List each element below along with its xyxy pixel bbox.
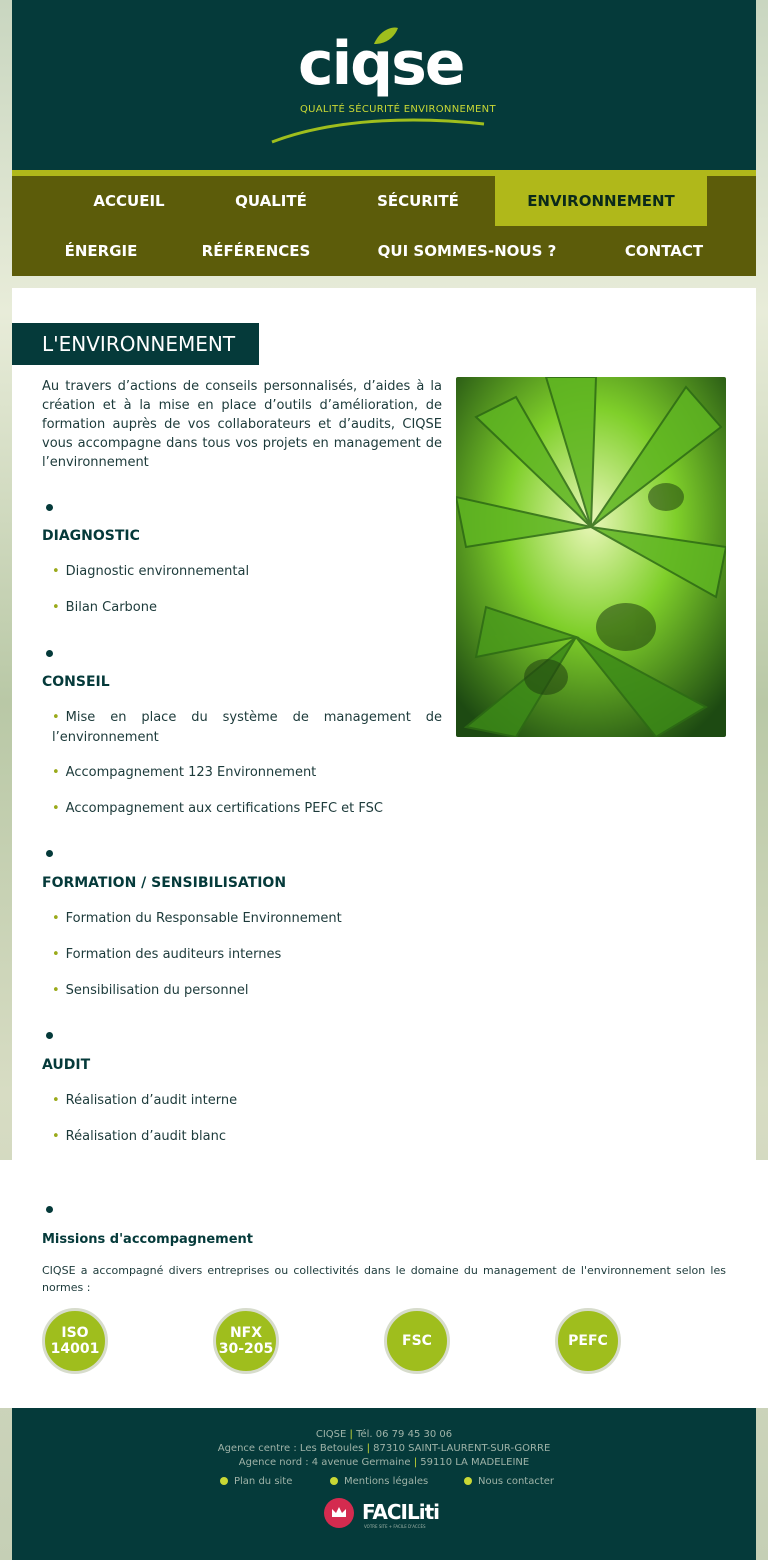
faciliti-tagline: VOTRE SITE + FACILE D'ACCÈS (364, 1524, 426, 1529)
section-title-audit: AUDIT (42, 1057, 91, 1073)
nav-contact[interactable]: CONTACT (608, 226, 720, 276)
missions-title: Missions d'accompagnement (42, 1232, 254, 1247)
list-item: • Diagnostic environnemental (52, 564, 250, 579)
list-item: • Mise en place du système de management … (52, 710, 442, 745)
section-bullet (46, 850, 53, 857)
palm-leaves-photo (456, 377, 726, 737)
site-header: ciqse QUALITÉ SÉCURITÉ ENVIRONNEMENT (12, 0, 756, 170)
faciliti-wordmark: FACILiti (362, 1500, 440, 1524)
bullet-icon (464, 1477, 472, 1485)
nav-energie[interactable]: ÉNERGIE (52, 226, 150, 276)
section-bullet (46, 1206, 53, 1213)
section-bullet (46, 1032, 53, 1039)
nfx-30-205-badge: NFX 30-205 (213, 1308, 279, 1374)
faciliti-logo[interactable]: FACILiti VOTRE SITE + FACILE D'ACCÈS (324, 1496, 444, 1532)
logo-tagline: QUALITÉ SÉCURITÉ ENVIRONNEMENT (300, 104, 496, 115)
section-bullet (46, 504, 53, 511)
nav-qui-sommes-nous[interactable]: QUI SOMMES-NOUS ? (367, 226, 567, 276)
list-item: • Sensibilisation du personnel (52, 983, 249, 998)
main-content: L'ENVIRONNEMENT Au travers d’actions de … (12, 288, 756, 1160)
footer-link-plan-du-site[interactable]: Plan du site (220, 1476, 292, 1487)
nav-securite[interactable]: SÉCURITÉ (364, 176, 472, 226)
section-title-diagnostic: DIAGNOSTIC (42, 528, 140, 544)
content-edge-left (0, 1160, 12, 1408)
list-item: • Formation du Responsable Environnement (52, 911, 342, 926)
logo-wordmark: ciqse (298, 29, 465, 99)
list-item: • Accompagnement aux certifications PEFC … (52, 801, 383, 816)
section-title-conseil: CONSEIL (42, 674, 110, 690)
footer-link-mentions-legales[interactable]: Mentions légales (330, 1476, 428, 1487)
missions-section: Missions d'accompagnement CIQSE a accomp… (12, 1160, 756, 1408)
section-title-formation: FORMATION / SENSIBILISATION (42, 875, 287, 891)
list-item: • Réalisation d’audit blanc (52, 1129, 226, 1144)
list-item: • Formation des auditeurs internes (52, 947, 282, 962)
footer-link-nous-contacter[interactable]: Nous contacter (464, 1476, 554, 1487)
nav-environnement[interactable]: ENVIRONNEMENT (495, 176, 707, 226)
faciliti-crown-icon (324, 1498, 354, 1528)
fsc-badge: FSC (384, 1308, 450, 1374)
main-navigation: ACCUEIL QUALITÉ SÉCURITÉ ENVIRONNEMENT É… (12, 170, 756, 276)
ciqse-logo[interactable]: ciqse QUALITÉ SÉCURITÉ ENVIRONNEMENT (262, 24, 532, 149)
footer-agence-centre: Agence centre : Les Betoules | 87310 SAI… (217, 1443, 551, 1454)
footer-contact-line: CIQSE | Tél. 06 79 45 30 06 (315, 1429, 453, 1440)
bullet-icon (330, 1477, 338, 1485)
content-edge-right (756, 1160, 768, 1408)
missions-text: CIQSE a accompagné divers entreprises ou… (42, 1264, 726, 1294)
intro-paragraph: Au travers d’actions de conseils personn… (42, 379, 442, 470)
page-title: L'ENVIRONNEMENT (12, 323, 259, 365)
bullet-icon (220, 1477, 228, 1485)
pefc-badge: PEFC (555, 1308, 621, 1374)
nav-references[interactable]: RÉFÉRENCES (190, 226, 322, 276)
list-item: • Réalisation d’audit interne (52, 1093, 238, 1108)
site-footer: CIQSE | Tél. 06 79 45 30 06 Agence centr… (12, 1408, 756, 1560)
list-item: • Accompagnement 123 Environnement (52, 765, 317, 780)
footer-agence-nord: Agence nord : 4 avenue Germaine | 59110 … (238, 1457, 530, 1468)
list-item: • Bilan Carbone (52, 600, 157, 615)
iso-14001-badge: ISO 14001 (42, 1308, 108, 1374)
section-bullet (46, 650, 53, 657)
nav-qualite[interactable]: QUALITÉ (218, 176, 324, 226)
nav-accueil[interactable]: ACCUEIL (82, 176, 176, 226)
